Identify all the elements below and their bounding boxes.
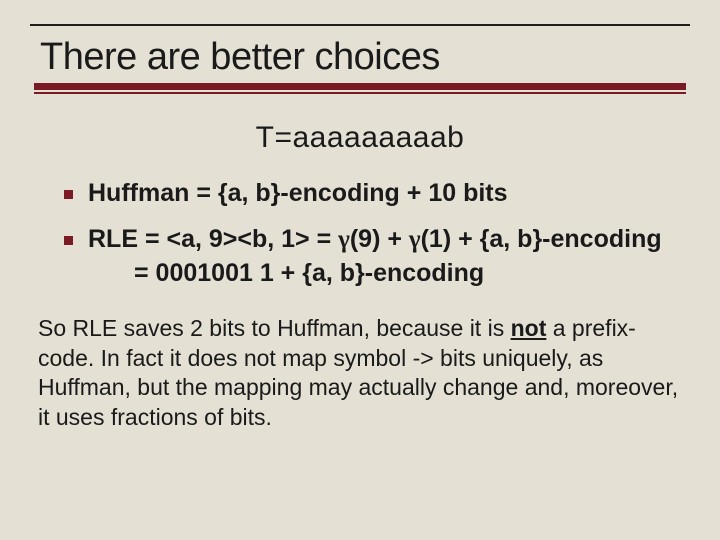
bullet-list: Huffman = {a, b}-encoding + 10 bits RLE … — [64, 177, 686, 290]
rle-prefix: RLE = <a, 9><b, 1> = — [88, 225, 338, 253]
footnote: So RLE saves 2 bits to Huffman, because … — [38, 314, 682, 432]
rule-thin — [34, 92, 686, 94]
title-rule — [34, 83, 686, 91]
rle-line2: = 0001001 1 + {a, b}-encoding — [88, 257, 686, 291]
rule-thick — [34, 83, 686, 90]
top-divider — [30, 24, 690, 26]
bullet-huffman: Huffman = {a, b}-encoding + 10 bits — [64, 177, 686, 211]
note-pre: So RLE saves 2 bits to Huffman, because … — [38, 315, 511, 341]
rle-after-g9: (9) + — [350, 225, 409, 253]
slide: There are better choices T=aaaaaaaaab Hu… — [0, 0, 720, 540]
note-not: not — [511, 315, 547, 341]
slide-title: There are better choices — [40, 36, 686, 79]
rle-after-g1: (1) + {a, b}-encoding — [421, 225, 662, 253]
gamma-icon: γ — [338, 226, 350, 253]
bullet-rle: RLE = <a, 9><b, 1> = γ(9) + γ(1) + {a, b… — [64, 223, 686, 291]
example-string: T=aaaaaaaaab — [34, 121, 686, 155]
gamma-icon: γ — [409, 226, 421, 253]
